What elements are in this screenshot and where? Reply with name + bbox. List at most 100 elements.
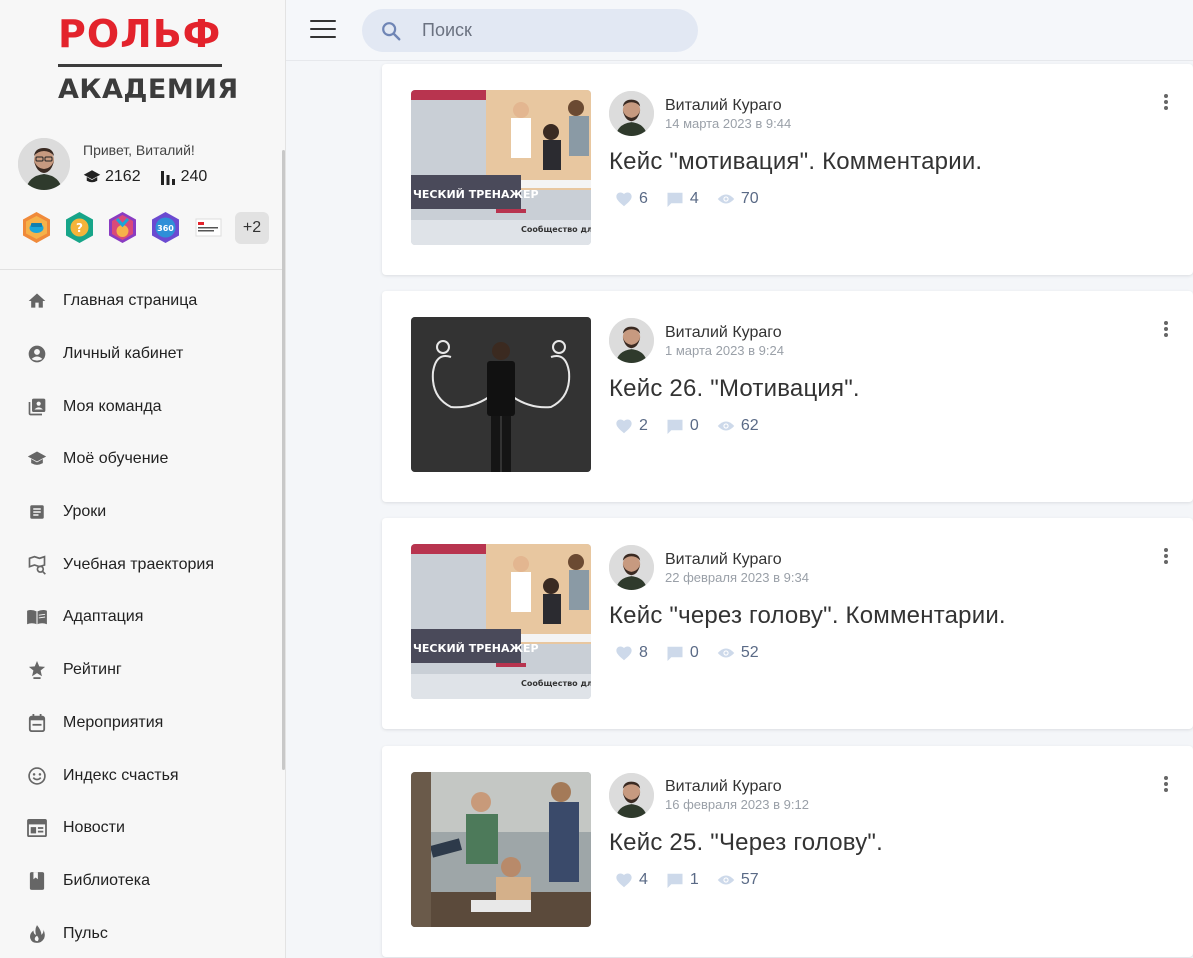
post-date: 14 марта 2023 в 9:44	[665, 116, 792, 131]
comment-button[interactable]: 0	[666, 644, 699, 662]
author-avatar[interactable]	[609, 545, 654, 590]
post-metrics: 6 4 70	[615, 190, 777, 208]
achievement-badge-360-icon[interactable]: 360	[149, 211, 182, 244]
graduation-cap-icon	[83, 169, 101, 185]
avatar[interactable]	[18, 138, 70, 190]
achievement-badge-certificate-icon[interactable]	[192, 211, 225, 244]
post-metrics: 8 0 52	[615, 644, 777, 662]
sidebar-item-news[interactable]: Новости	[0, 802, 284, 855]
sidebar-scrollbar[interactable]	[282, 150, 285, 770]
sidebar-item-learning-path[interactable]: Учебная траектория	[0, 538, 284, 591]
home-icon	[26, 290, 48, 312]
sidebar-item-label: Библиотека	[63, 871, 150, 889]
heart-icon	[616, 646, 632, 661]
sidebar: РОЛЬФ АКАДЕМИЯ Привет, Виталий! 2162 240…	[0, 0, 286, 958]
comment-icon	[667, 192, 683, 207]
sidebar-item-team[interactable]: Моя команда	[0, 380, 284, 433]
sidebar-item-home[interactable]: Главная страница	[0, 275, 284, 328]
comment-count: 4	[689, 190, 699, 207]
book-open-icon	[26, 606, 48, 628]
like-count: 2	[639, 417, 648, 434]
like-button[interactable]: 2	[615, 417, 648, 435]
search-bar[interactable]	[362, 9, 698, 52]
sidebar-item-label: Индекс счастья	[63, 766, 179, 784]
more-options-icon[interactable]	[1161, 774, 1171, 794]
calendar-icon	[26, 712, 48, 734]
map-search-icon	[26, 554, 48, 576]
post-title[interactable]: Кейс "через голову". Комментарии.	[609, 602, 1006, 630]
comment-button[interactable]: 4	[666, 190, 699, 208]
comment-button[interactable]: 1	[666, 871, 699, 889]
sidebar-item-events[interactable]: Мероприятия	[0, 697, 284, 750]
author-avatar[interactable]	[609, 318, 654, 363]
author-name[interactable]: Виталий Кураго	[665, 324, 782, 342]
sidebar-item-happiness-index[interactable]: Индекс счастья	[0, 749, 284, 802]
post-title[interactable]: Кейс 26. "Мотивация".	[609, 375, 860, 403]
post-card[interactable]: Виталий Кураго 1 марта 2023 в 9:24 Кейс …	[382, 291, 1193, 502]
post-title[interactable]: Кейс 25. "Через голову".	[609, 829, 883, 857]
sidebar-item-rating[interactable]: Рейтинг	[0, 644, 284, 697]
graduation-cap-icon	[26, 448, 48, 470]
bar-chart-icon	[159, 169, 177, 185]
post-card[interactable]: ЧЕСКИЙ ТРЕНАЖЕР Сообщество дл Виталий Ку…	[382, 518, 1193, 729]
user-profile[interactable]: Привет, Виталий! 2162 240	[18, 138, 278, 192]
like-button[interactable]: 8	[615, 644, 648, 662]
post-thumbnail[interactable]: ЧЕСКИЙ ТРЕНАЖЕР Сообщество дл	[411, 90, 591, 245]
author-avatar[interactable]	[609, 91, 654, 136]
lessons-icon	[26, 501, 48, 523]
author-name[interactable]: Виталий Кураго	[665, 551, 782, 569]
heart-icon	[616, 419, 632, 434]
like-count: 6	[639, 190, 648, 207]
thumbnail-text: ЧЕСКИЙ ТРЕНАЖЕР	[413, 642, 539, 655]
brand-logo[interactable]: РОЛЬФ АКАДЕМИЯ	[58, 14, 239, 105]
author-name[interactable]: Виталий Кураго	[665, 97, 782, 115]
sidebar-item-my-learning[interactable]: Моё обучение	[0, 433, 284, 486]
like-button[interactable]: 6	[615, 190, 648, 208]
eye-icon	[717, 421, 735, 431]
achievement-badge-medal-icon[interactable]	[106, 211, 139, 244]
more-badges-button[interactable]: +2	[235, 211, 269, 244]
sidebar-item-lessons[interactable]: Уроки	[0, 486, 284, 539]
sidebar-item-pulse[interactable]: Пульс	[0, 907, 284, 958]
search-icon	[380, 20, 402, 42]
like-count: 8	[639, 644, 648, 661]
views-stat: 57	[717, 871, 759, 889]
sidebar-item-library[interactable]: Библиотека	[0, 855, 284, 908]
post-card[interactable]: ЧЕСКИЙ ТРЕНАЖЕР Сообщество дл Виталий Ку…	[382, 64, 1193, 275]
thumbnail-text: ЧЕСКИЙ ТРЕНАЖЕР	[413, 188, 539, 201]
news-icon	[26, 817, 48, 839]
more-options-icon[interactable]	[1161, 319, 1171, 339]
menu-button[interactable]	[310, 20, 336, 40]
top-header	[286, 0, 1193, 61]
menu-line	[310, 28, 336, 30]
achievement-badge-question-icon[interactable]: ?	[63, 211, 96, 244]
comment-icon	[667, 646, 683, 661]
sidebar-item-label: Моя команда	[63, 397, 162, 415]
menu-line	[310, 36, 336, 38]
search-input[interactable]	[422, 20, 672, 41]
sidebar-item-adaptation[interactable]: Адаптация	[0, 591, 284, 644]
post-thumbnail[interactable]	[411, 772, 591, 927]
post-card[interactable]: Виталий Кураго 16 февраля 2023 в 9:12 Ке…	[382, 746, 1193, 957]
post-title[interactable]: Кейс "мотивация". Комментарии.	[609, 148, 982, 176]
post-thumbnail[interactable]: ЧЕСКИЙ ТРЕНАЖЕР Сообщество дл	[411, 544, 591, 699]
rating-stat: 240	[159, 168, 207, 186]
brand-logo-bottom: АКАДЕМИЯ	[58, 74, 239, 105]
more-options-icon[interactable]	[1161, 546, 1171, 566]
user-stats: 2162 240	[83, 168, 221, 186]
views-count: 70	[740, 190, 759, 207]
svg-text:360: 360	[157, 224, 174, 233]
post-thumbnail[interactable]	[411, 317, 591, 472]
like-button[interactable]: 4	[615, 871, 648, 889]
comment-button[interactable]: 0	[666, 417, 699, 435]
views-stat: 70	[717, 190, 759, 208]
author-avatar[interactable]	[609, 773, 654, 818]
sidebar-divider	[0, 269, 285, 270]
views-stat: 52	[717, 644, 759, 662]
author-name[interactable]: Виталий Кураго	[665, 778, 782, 796]
svg-text:?: ?	[76, 221, 83, 235]
thumbnail-caption: Сообщество дл	[521, 678, 591, 688]
more-options-icon[interactable]	[1161, 92, 1171, 112]
achievement-badge-cup-icon[interactable]	[20, 211, 53, 244]
sidebar-item-account[interactable]: Личный кабинет	[0, 328, 284, 381]
